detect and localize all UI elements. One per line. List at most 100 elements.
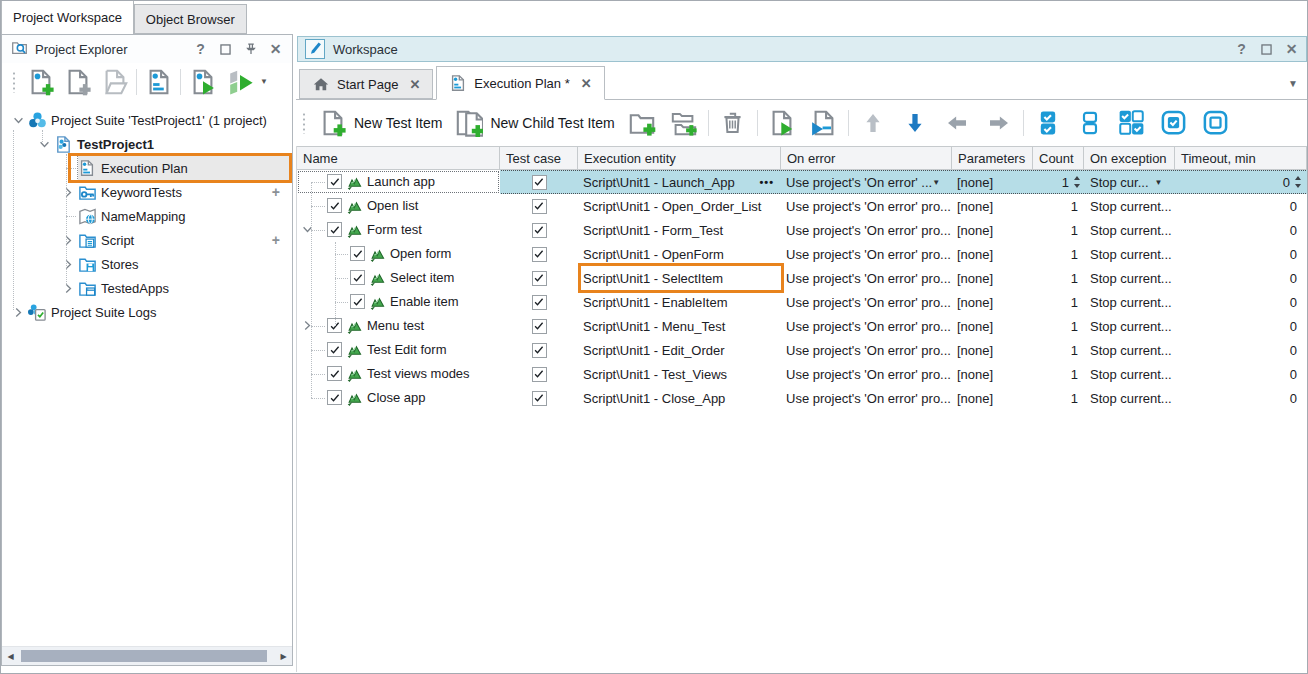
- test-case-checkbox[interactable]: [532, 199, 547, 214]
- check-selected-button[interactable]: [1153, 106, 1195, 140]
- on-exception-cell[interactable]: Stop current...: [1084, 362, 1175, 386]
- table-row[interactable]: Form testScript\Unit1 - Form_TestUse pro…: [297, 218, 1308, 242]
- table-row[interactable]: Open formScript\Unit1 - OpenFormUse proj…: [297, 242, 1308, 266]
- row-checkbox[interactable]: [327, 366, 342, 381]
- run-dropdown-caret[interactable]: ▼: [260, 77, 268, 86]
- close-tab-icon[interactable]: ✕: [581, 76, 592, 91]
- run-focused-item-button[interactable]: [761, 106, 803, 140]
- on-exception-cell[interactable]: Stop current...: [1084, 218, 1175, 242]
- column-header-on-error[interactable]: On error: [781, 147, 952, 169]
- uncheck-selected-button[interactable]: [1195, 106, 1237, 140]
- run-project-suite-button[interactable]: [184, 67, 221, 97]
- dropdown-caret[interactable]: ▼: [1155, 178, 1163, 187]
- timeout-cell[interactable]: 0: [1175, 362, 1307, 386]
- row-checkbox[interactable]: [327, 318, 342, 333]
- table-row[interactable]: Launch appScript\Unit1 - Launch_App•••Us…: [297, 170, 1308, 194]
- column-header-timeout-min[interactable]: Timeout, min: [1175, 147, 1307, 169]
- count-cell[interactable]: 1: [1033, 338, 1084, 362]
- chevron-right-icon[interactable]: [58, 276, 78, 300]
- column-header-count[interactable]: Count: [1033, 147, 1084, 169]
- tab-project-workspace[interactable]: Project Workspace: [1, 0, 134, 34]
- test-case-checkbox[interactable]: [532, 343, 547, 358]
- execution-entity-cell[interactable]: Script\Unit1 - Launch_App•••: [578, 170, 781, 194]
- count-cell[interactable]: 1: [1033, 386, 1084, 410]
- chevron-right-icon[interactable]: [58, 252, 78, 276]
- on-exception-cell[interactable]: Stop current...: [1084, 242, 1175, 266]
- row-checkbox[interactable]: [327, 222, 342, 237]
- chevron-down-icon[interactable]: [8, 108, 28, 132]
- add-new-item-button[interactable]: [59, 67, 96, 97]
- dropdown-caret[interactable]: ▼: [932, 178, 940, 187]
- row-checkbox[interactable]: [350, 246, 365, 261]
- execution-entity-cell[interactable]: Script\Unit1 - Close_App: [578, 386, 781, 410]
- maximize-icon[interactable]: [218, 42, 233, 57]
- on-error-cell[interactable]: Use project's 'On error' pro...: [781, 266, 952, 290]
- on-error-cell[interactable]: Use project's 'On error' pro...: [781, 218, 952, 242]
- tree-item-execution-plan[interactable]: Execution Plan: [2, 156, 292, 180]
- column-header-test-case[interactable]: Test case: [500, 147, 578, 169]
- execution-entity-cell[interactable]: Script\Unit1 - Edit_Order: [578, 338, 781, 362]
- timeout-spinner[interactable]: [1295, 176, 1301, 188]
- toggle-checks-button[interactable]: [1111, 106, 1153, 140]
- scrollbar-thumb[interactable]: [21, 650, 267, 662]
- on-error-cell[interactable]: Use project's 'On error' ...▼: [781, 170, 952, 194]
- on-exception-cell[interactable]: Stop current...: [1084, 290, 1175, 314]
- table-row[interactable]: Close appScript\Unit1 - Close_AppUse pro…: [297, 386, 1308, 410]
- on-error-cell[interactable]: Use project's 'On error' pro...: [781, 194, 952, 218]
- tab-list-caret[interactable]: ▼: [1288, 78, 1298, 89]
- test-case-checkbox[interactable]: [532, 247, 547, 262]
- timeout-cell[interactable]: 0: [1175, 290, 1307, 314]
- on-error-cell[interactable]: Use project's 'On error' pro...: [781, 242, 952, 266]
- count-cell[interactable]: 1: [1033, 362, 1084, 386]
- table-row[interactable]: Enable itemScript\Unit1 - EnableItemUse …: [297, 290, 1308, 314]
- close-icon[interactable]: ✕: [268, 42, 283, 57]
- test-case-checkbox[interactable]: [532, 319, 547, 334]
- tree-item-script[interactable]: Script+: [2, 228, 292, 252]
- on-error-cell[interactable]: Use project's 'On error' pro...: [781, 290, 952, 314]
- on-exception-cell[interactable]: Stop current...: [1084, 386, 1175, 410]
- tree-item-testproject1[interactable]: TestProject1: [2, 132, 292, 156]
- tree-item-project-suite-logs[interactable]: Project Suite Logs: [2, 300, 292, 324]
- help-icon[interactable]: ?: [193, 42, 208, 57]
- column-header-name[interactable]: Name: [297, 147, 500, 169]
- on-exception-cell[interactable]: Stop cur...▼: [1084, 170, 1175, 194]
- timeout-cell[interactable]: 0: [1175, 314, 1307, 338]
- test-case-checkbox[interactable]: [532, 175, 547, 190]
- scroll-left-arrow[interactable]: ◀: [2, 652, 19, 661]
- doc-tab-start-page[interactable]: Start Page✕: [299, 69, 433, 99]
- add-child-plus-button[interactable]: +: [272, 232, 280, 248]
- test-case-checkbox[interactable]: [532, 223, 547, 238]
- on-exception-cell[interactable]: Stop current...: [1084, 266, 1175, 290]
- row-checkbox[interactable]: [350, 270, 365, 285]
- close-icon[interactable]: ✕: [1284, 42, 1299, 57]
- check-all-button[interactable]: [1027, 106, 1069, 140]
- open-item-button[interactable]: [96, 67, 133, 97]
- run-from-selected-button[interactable]: [803, 106, 845, 140]
- row-checkbox[interactable]: [327, 342, 342, 357]
- count-cell[interactable]: 1: [1033, 218, 1084, 242]
- organize-test-items-button[interactable]: [140, 67, 177, 97]
- move-up-button[interactable]: [852, 106, 894, 140]
- count-cell[interactable]: 1: [1033, 170, 1084, 194]
- count-cell[interactable]: 1: [1033, 290, 1084, 314]
- chevron-right-icon[interactable]: [8, 300, 28, 324]
- run-selected-button[interactable]: [221, 67, 258, 97]
- execution-entity-cell[interactable]: Script\Unit1 - SelectItem: [578, 266, 781, 290]
- chevron-down-icon[interactable]: [34, 132, 54, 156]
- new-child-test-item-button[interactable]: New Child Test Item: [448, 106, 620, 140]
- help-icon[interactable]: ?: [1234, 42, 1249, 57]
- close-tab-icon[interactable]: ✕: [409, 77, 420, 92]
- ellipsis-button[interactable]: •••: [759, 176, 774, 188]
- on-error-cell[interactable]: Use project's 'On error' pro...: [781, 314, 952, 338]
- execution-entity-cell[interactable]: Script\Unit1 - EnableItem: [578, 290, 781, 314]
- timeout-cell[interactable]: 0: [1175, 170, 1307, 194]
- uncheck-all-button[interactable]: [1069, 106, 1111, 140]
- delete-button[interactable]: [712, 106, 754, 140]
- toolbar-drag-handle[interactable]: [12, 71, 16, 93]
- toolbar-drag-handle[interactable]: [302, 112, 306, 134]
- table-row[interactable]: Test views modesScript\Unit1 - Test_View…: [297, 362, 1308, 386]
- row-checkbox[interactable]: [327, 390, 342, 405]
- table-row[interactable]: Select itemScript\Unit1 - SelectItemUse …: [297, 266, 1308, 290]
- on-error-cell[interactable]: Use project's 'On error' pro...: [781, 338, 952, 362]
- horizontal-scrollbar[interactable]: ◀ ▶: [2, 646, 292, 665]
